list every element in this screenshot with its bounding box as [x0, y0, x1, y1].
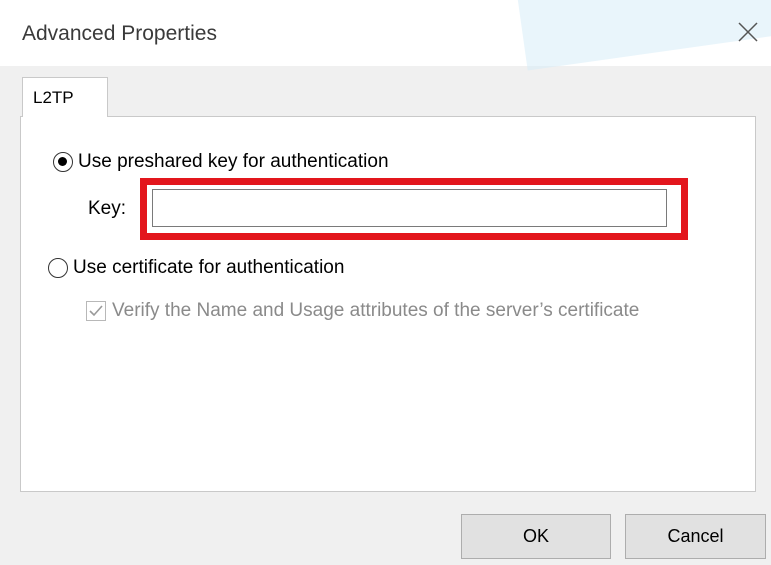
verify-certificate-option[interactable]: Verify the Name and Usage attributes of …	[86, 300, 639, 322]
preshared-key-radio[interactable]	[53, 152, 73, 172]
certificate-option[interactable]: Use certificate for authentication	[48, 257, 344, 279]
close-button[interactable]	[732, 16, 764, 48]
ok-button[interactable]: OK	[461, 514, 611, 559]
dialog-title: Advanced Properties	[22, 22, 217, 45]
verify-certificate-checkbox[interactable]	[86, 301, 106, 321]
preshared-key-option[interactable]: Use preshared key for authentication	[53, 151, 389, 173]
cancel-button[interactable]: Cancel	[625, 514, 766, 559]
certificate-label: Use certificate for authentication	[73, 257, 345, 278]
title-bar: Advanced Properties	[0, 0, 771, 71]
tab-l2tp[interactable]: L2TP	[22, 77, 108, 117]
key-label: Key:	[88, 198, 127, 219]
certificate-radio[interactable]	[48, 258, 68, 278]
close-icon	[738, 22, 758, 42]
verify-certificate-label: Verify the Name and Usage attributes of …	[112, 300, 640, 321]
preshared-key-label: Use preshared key for authentication	[78, 151, 389, 172]
key-input[interactable]	[152, 189, 667, 227]
advanced-properties-dialog: Advanced Properties L2TP Use preshared k…	[0, 0, 771, 565]
checkmark-icon	[89, 305, 103, 317]
tab-l2tp-label: L2TP	[33, 88, 74, 107]
